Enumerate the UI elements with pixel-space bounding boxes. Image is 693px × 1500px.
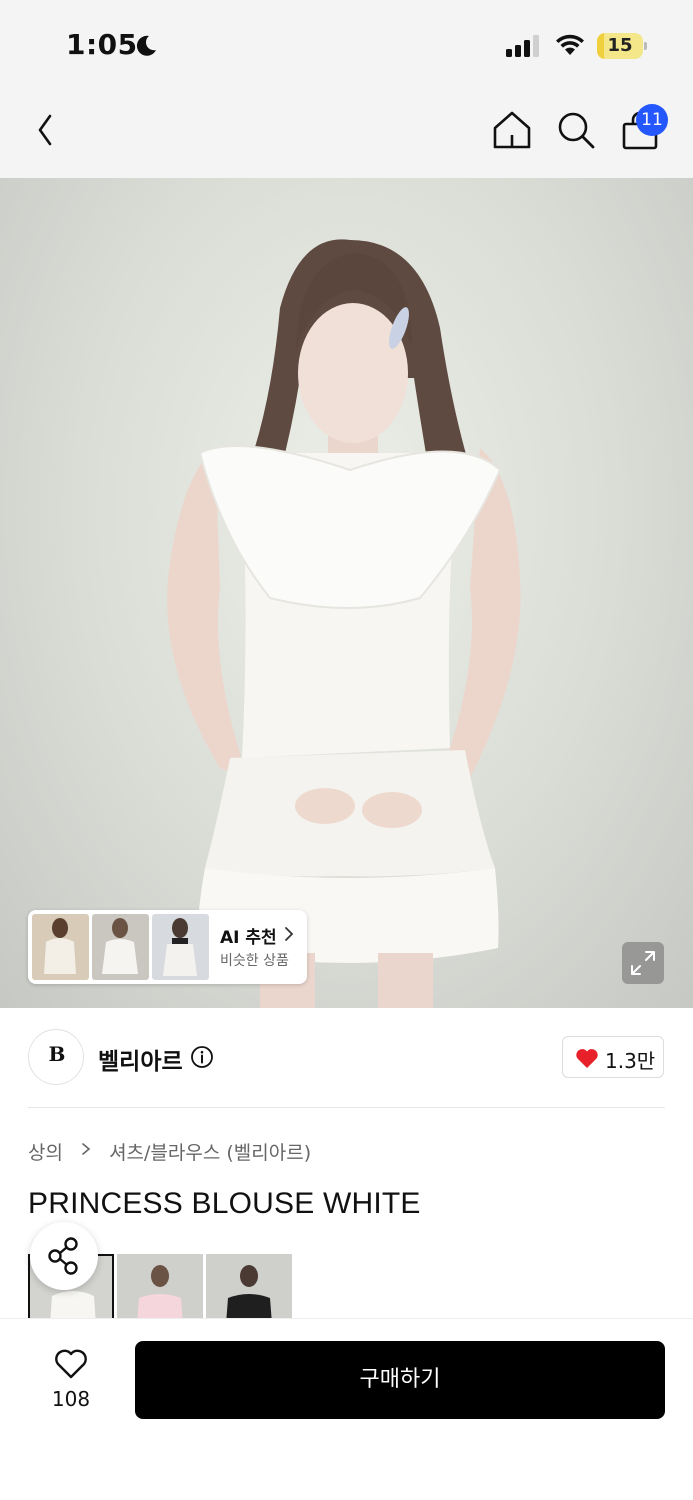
breadcrumb-category[interactable]: 상의 [28, 1138, 63, 1165]
ai-recommend-thumbnail [32, 914, 89, 980]
expand-image-button[interactable] [622, 942, 664, 984]
battery-tip [644, 42, 647, 50]
bottom-action-bar: 108 구매하기 [0, 1318, 693, 1500]
wishlist-count: 108 [51, 1387, 91, 1411]
brand-logo-text: B [48, 1042, 66, 1066]
brand-like-count: 1.3만 [605, 1049, 656, 1073]
back-arrow-icon [38, 114, 52, 146]
battery-icon: 15 [597, 33, 647, 59]
breadcrumb-subcategory[interactable]: 셔츠/블라우스 (벨리아르) [109, 1138, 311, 1165]
breadcrumb: 상의 셔츠/블라우스 (벨리아르) [28, 1138, 311, 1166]
heart-filled-icon [576, 1049, 598, 1068]
color-variant-thumbnail[interactable] [206, 1254, 292, 1324]
home-icon [493, 111, 531, 149]
cart-count-badge: 11 [636, 104, 668, 136]
ai-recommend-title: AI 추천 [220, 928, 277, 948]
brand-logo[interactable]: B [28, 1029, 84, 1085]
divider [28, 1107, 665, 1108]
ai-recommend-thumbnail [152, 914, 209, 980]
back-button[interactable] [32, 108, 72, 156]
share-button[interactable] [30, 1222, 98, 1290]
battery-label: 15 [607, 35, 633, 56]
status-time: 1:05 [66, 28, 138, 61]
wishlist-button[interactable]: 108 [40, 1343, 102, 1413]
wifi-icon [556, 34, 584, 55]
status-bar: 1:05 15 [0, 0, 693, 90]
buy-button[interactable]: 구매하기 [135, 1341, 665, 1419]
product-title: PRINCESS BLOUSE WHITE [28, 1187, 421, 1220]
moon-icon [136, 35, 156, 56]
search-button[interactable] [554, 108, 598, 152]
expand-icon [631, 951, 655, 975]
ai-recommend-subtitle: 비슷한 상품 [220, 953, 289, 969]
product-main-image[interactable]: AI 추천 비슷한 상품 [0, 178, 693, 1008]
color-variant-thumbnail[interactable] [117, 1254, 203, 1324]
heart-outline-icon [55, 1349, 87, 1379]
cellular-signal-icon [506, 35, 539, 57]
brand-like-button[interactable]: 1.3만 [562, 1036, 664, 1078]
home-button[interactable] [490, 108, 534, 152]
chevron-right-icon [285, 927, 294, 941]
info-icon[interactable] [190, 1045, 214, 1069]
nav-bar: 11 [0, 90, 693, 178]
chevron-right-icon [82, 1143, 91, 1155]
ai-recommend-thumbnail [92, 914, 149, 980]
battery-body: 15 [597, 33, 643, 59]
share-icon [48, 1237, 78, 1275]
ai-recommendation-card[interactable]: AI 추천 비슷한 상품 [28, 910, 307, 984]
search-icon [558, 112, 595, 149]
model-photo [167, 239, 521, 1008]
brand-name[interactable]: 벨리아르 [98, 1042, 183, 1076]
